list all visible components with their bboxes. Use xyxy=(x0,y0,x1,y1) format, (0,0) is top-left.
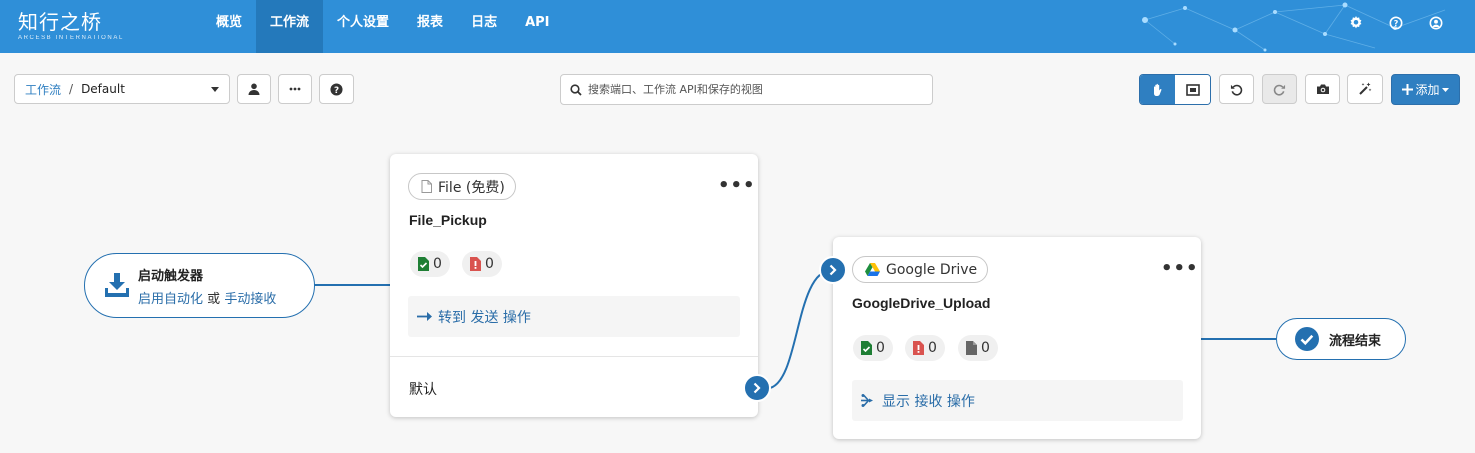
goto-send-label: 转到 发送 操作 xyxy=(438,309,531,326)
google-drive-icon xyxy=(865,263,880,276)
input-port[interactable] xyxy=(819,256,847,284)
chevron-right-icon xyxy=(753,382,761,394)
card-divider xyxy=(390,356,758,357)
connector-type-badge: File (免费) xyxy=(408,173,516,200)
error-count: 0 xyxy=(485,256,494,272)
download-icon xyxy=(105,273,129,297)
file-success-icon xyxy=(418,257,429,271)
connector-name: File_Pickup xyxy=(409,212,487,228)
success-count-badge[interactable]: 0 xyxy=(410,251,450,277)
error-count-badge[interactable]: 0 xyxy=(905,335,945,361)
show-receive-label: 显示 接收 操作 xyxy=(882,393,975,410)
connector-name: GoogleDrive_Upload xyxy=(852,295,991,311)
enable-automation-link[interactable]: 启用自动化 xyxy=(138,292,203,307)
start-trigger-node[interactable]: 启动触发器 启用自动化 或 手动接收 xyxy=(84,253,315,318)
pending-count-badge[interactable]: 0 xyxy=(958,335,998,361)
file-error-icon xyxy=(913,341,924,355)
success-count-badge[interactable]: 0 xyxy=(853,335,893,361)
connector-type-badge: Google Drive xyxy=(852,256,989,283)
wire-file-to-drive xyxy=(769,269,833,389)
card-menu-button[interactable]: ••• xyxy=(1161,260,1199,278)
output-label-default: 默认 xyxy=(409,382,437,398)
chevron-right-icon xyxy=(829,264,837,276)
connector-type-label: Google Drive xyxy=(886,261,978,278)
pending-count: 0 xyxy=(981,340,990,356)
check-circle-icon xyxy=(1295,327,1319,351)
success-count: 0 xyxy=(433,256,442,272)
file-icon xyxy=(421,180,432,193)
error-count-badge[interactable]: 0 xyxy=(462,251,502,277)
success-count: 0 xyxy=(876,340,885,356)
card-menu-button[interactable]: ••• xyxy=(718,177,756,195)
file-error-icon xyxy=(470,257,481,271)
trigger-actions: 启用自动化 或 手动接收 xyxy=(138,288,276,307)
goto-send-action[interactable]: 转到 发送 操作 xyxy=(408,296,740,337)
connector-card-file-pickup[interactable]: File (免费) ••• File_Pickup 0 0 转到 发送 操作 默… xyxy=(390,154,758,417)
arrow-right-icon xyxy=(417,312,432,321)
show-receive-action[interactable]: 显示 接收 操作 xyxy=(852,380,1183,421)
connector-card-googledrive-upload[interactable]: Google Drive ••• GoogleDrive_Upload 0 0 … xyxy=(833,237,1201,439)
or-text: 或 xyxy=(207,292,221,307)
flow-end-label: 流程结束 xyxy=(1329,333,1382,349)
error-count: 0 xyxy=(928,340,937,356)
flow-end-node[interactable]: 流程结束 xyxy=(1276,318,1406,360)
output-port-default[interactable] xyxy=(743,374,771,402)
file-success-icon xyxy=(861,341,872,355)
file-pending-icon xyxy=(966,341,977,355)
trigger-title: 启动触发器 xyxy=(138,269,204,284)
manual-receive-link[interactable]: 手动接收 xyxy=(224,292,276,307)
merge-arrows-icon xyxy=(861,394,873,407)
connector-type-label: File (免费) xyxy=(438,179,505,196)
